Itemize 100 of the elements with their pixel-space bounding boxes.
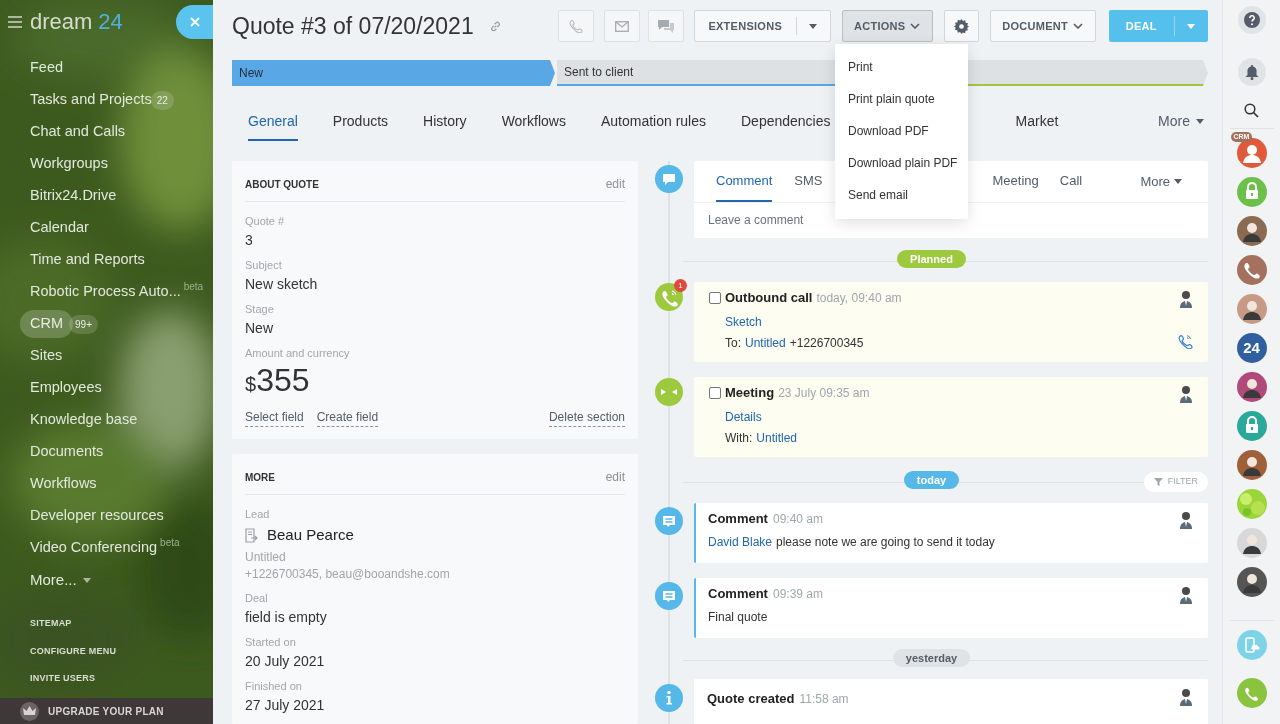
field-value: field is empty [245, 608, 328, 626]
tab[interactable]: SMS [794, 161, 823, 202]
sidebar-item[interactable]: Developer resources [20, 502, 167, 530]
phone-avatar[interactable] [1236, 255, 1267, 285]
checkbox[interactable] [709, 292, 721, 304]
tab[interactable]: History [423, 103, 467, 141]
counter-badge: 99+ [69, 314, 98, 334]
contact-avatar[interactable] [1236, 528, 1267, 558]
more-link[interactable]: More... [30, 568, 77, 592]
action-link[interactable]: Delete section [548, 408, 625, 427]
lock-avatar[interactable] [1236, 411, 1267, 441]
card-title: ABOUT QUOTE [245, 178, 319, 192]
dropdown-button[interactable]: DOCUMENT [989, 10, 1096, 42]
date-pill: Planned [897, 250, 966, 268]
lead-contact: +1226700345, beau@booandshe.com [245, 566, 451, 582]
caret-icon [1174, 179, 1182, 184]
activity-title: Quote created [707, 690, 795, 708]
activity-link[interactable]: Details [725, 410, 762, 424]
menu-item[interactable]: Download PDF [835, 116, 968, 148]
sidebar-link[interactable]: SITEMAP [30, 617, 72, 631]
more-tab[interactable]: More [1140, 161, 1182, 202]
comment-input[interactable]: Leave a comment [708, 211, 1194, 229]
sidebar-item[interactable]: Sites [20, 342, 66, 370]
lead-name[interactable]: Beau Pearce [267, 523, 354, 547]
notifications-button[interactable] [1237, 58, 1266, 86]
field-label: Subject [245, 258, 283, 272]
menu-item[interactable]: Download plain PDF [835, 148, 968, 180]
phone-icon[interactable] [1178, 334, 1193, 349]
filter-icon [1153, 478, 1163, 486]
brand-name: dream [30, 11, 93, 33]
tab[interactable]: General [248, 103, 298, 141]
sidebar-item[interactable]: Time and Reports [20, 246, 148, 274]
settings-button[interactable] [943, 10, 979, 42]
search-icon[interactable] [1244, 103, 1259, 118]
split-button[interactable]: EXTENSIONS [693, 10, 831, 42]
comment-text: Final quote [708, 609, 768, 625]
sidebar-link[interactable]: CONFIGURE MENU [30, 644, 117, 658]
currency-symbol: $ [245, 374, 257, 394]
sidebar-item[interactable]: Workflows [20, 470, 100, 498]
sidebar-item[interactable]: Workgroups [20, 150, 111, 178]
contact-link[interactable]: Untitled [756, 430, 798, 446]
tab[interactable]: Products [332, 103, 389, 141]
field-label: Lead [245, 507, 271, 521]
action-link[interactable]: Select field [245, 408, 304, 427]
sidebar-item[interactable]: Knowledge base [20, 406, 141, 434]
tab[interactable]: Meeting [992, 161, 1039, 202]
menu-item[interactable]: Print plain quote [835, 84, 968, 116]
tab[interactable]: Automation rules [600, 103, 706, 141]
close-icon [189, 17, 200, 27]
sidebar-item[interactable]: CRM [20, 310, 74, 338]
action-link[interactable]: Create field [316, 408, 379, 427]
upgrade-bar[interactable]: UPGRADE YOUR PLAN [0, 698, 213, 724]
sidebar-item[interactable]: Bitrix24.Drive [20, 182, 120, 210]
document-icon [245, 527, 258, 543]
field-label: Finished on [245, 679, 303, 693]
tab[interactable]: Dependencies [741, 103, 831, 141]
contact-avatar[interactable] [1236, 372, 1267, 402]
more-tab[interactable]: More [1158, 103, 1204, 141]
contact-avatar[interactable] [1236, 567, 1267, 597]
activity-title: Comment [708, 585, 768, 604]
close-button[interactable] [176, 5, 213, 39]
field-label: Started on [245, 635, 297, 649]
contact-avatar[interactable] [1236, 294, 1267, 324]
activity-title: Comment [708, 510, 768, 529]
settings-icon [953, 18, 969, 34]
sidebar-item[interactable]: Calendar [20, 214, 92, 242]
tab[interactable]: Workflows [501, 103, 566, 141]
user-link[interactable]: David Blake [708, 534, 773, 550]
chat-avatar[interactable]: 24 [1236, 333, 1267, 363]
lock-avatar[interactable] [1236, 177, 1267, 207]
sidebar-item[interactable]: Feed [20, 54, 67, 82]
user-avatar [1179, 511, 1193, 529]
tab[interactable]: Market [1015, 103, 1059, 141]
contact-link[interactable]: Untitled [745, 335, 786, 351]
comment-text: please note we are going to send it today [776, 534, 995, 550]
call-button[interactable] [1236, 678, 1267, 708]
email-button[interactable] [603, 10, 640, 42]
chat-button[interactable] [647, 10, 684, 42]
sidebar-item[interactable]: Documents [20, 438, 107, 466]
menu-icon[interactable] [8, 16, 22, 28]
contact-avatar[interactable] [1236, 216, 1267, 246]
stage-step[interactable]: New [232, 60, 555, 86]
sidebar-item[interactable]: Employees [20, 374, 105, 402]
activity-title: Outbound call [725, 289, 813, 308]
activity-time: 09:39 am [772, 586, 823, 603]
activity-link[interactable]: Sketch [725, 315, 762, 329]
contact-avatar[interactable] [1236, 450, 1267, 480]
help-button[interactable] [1237, 6, 1266, 34]
user-avatar [1179, 290, 1193, 308]
dropdown-button[interactable]: ACTIONS [841, 10, 933, 42]
checkbox[interactable] [709, 387, 721, 399]
sidebar-link[interactable]: INVITE USERS [30, 672, 96, 686]
envelope-icon [614, 20, 629, 32]
tab[interactable]: Call [1059, 161, 1083, 202]
phone-number: +1226700345 [789, 335, 864, 351]
link-icon[interactable] [489, 20, 501, 32]
sidebar-item[interactable]: Chat and Calls [20, 118, 129, 146]
beta-label: beta [183, 280, 204, 294]
sidebar-item[interactable]: Video Conferencing [20, 534, 161, 562]
sidebar-item[interactable]: Robotic Process Auto... [20, 278, 184, 306]
